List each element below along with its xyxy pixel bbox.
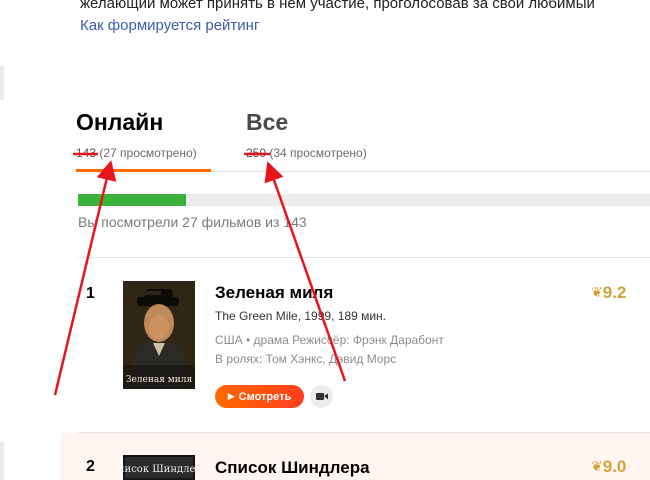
poster-image: Зеленая миля xyxy=(123,281,195,389)
trailer-button[interactable] xyxy=(310,385,333,408)
watch-progress-fill xyxy=(78,194,186,206)
tab-all-watched: (34 просмотрено) xyxy=(269,146,367,160)
tab-all-total: 250 xyxy=(246,146,267,160)
list-divider xyxy=(78,257,650,258)
laurel-wreath-icon: ❦ xyxy=(591,458,603,474)
video-camera-icon xyxy=(315,393,328,400)
play-icon: ▶ xyxy=(227,391,235,401)
movie-cast: В ролях: Том Хэнкс, Дэвид Морс xyxy=(215,352,397,366)
laurel-wreath-icon: ❦ xyxy=(591,284,603,300)
side-panel-edge xyxy=(0,442,4,480)
intro-text: желающий может принять в нем участие, пр… xyxy=(80,0,595,12)
tab-all[interactable]: Все 250 (34 просмотрено) xyxy=(246,109,367,161)
movie-rating-value: 9.2 xyxy=(602,283,627,302)
poster-caption: Список Шиндлера xyxy=(123,464,195,475)
watch-progress-bar xyxy=(78,194,650,206)
rating-info-link[interactable]: Как формируется рейтинг xyxy=(80,17,259,34)
watch-button[interactable]: ▶ Смотреть xyxy=(215,385,304,408)
movie-rank: 2 xyxy=(86,458,95,475)
poster-image: Список Шиндлера xyxy=(123,455,195,480)
movie-original-title: The Green Mile, 1999, 189 мин. xyxy=(215,309,386,323)
active-tab-indicator xyxy=(76,169,211,172)
watch-progress-text: Вы посмотрели 27 фильмов из 143 xyxy=(78,214,307,230)
movie-poster[interactable]: Список Шиндлера xyxy=(123,455,195,480)
movie-rating-value: 9.0 xyxy=(602,457,627,476)
watch-button-label: Смотреть xyxy=(238,390,292,403)
tab-all-label: Все xyxy=(246,109,289,135)
tab-online-label: Онлайн xyxy=(76,109,164,135)
list-divider xyxy=(78,432,650,433)
movie-title[interactable]: Зеленая миля xyxy=(215,283,333,303)
annotation-overlay xyxy=(53,152,347,396)
movie-meta: США • драма Режиссёр: Фрэнк Дарабонт xyxy=(215,333,444,347)
side-panel-edge xyxy=(0,66,4,100)
movie-rating: ❦9.2 xyxy=(591,283,626,303)
movie-poster[interactable]: Зеленая миля xyxy=(123,281,195,389)
movie-rank: 1 xyxy=(86,285,95,302)
tab-online-watched: (27 просмотрено) xyxy=(99,146,197,160)
movie-rating: ❦9.0 xyxy=(591,457,626,477)
movie-title[interactable]: Список Шиндлера xyxy=(215,458,370,478)
tab-online[interactable]: Онлайн 143 (27 просмотрено) xyxy=(76,109,197,161)
tab-online-total: 143 xyxy=(76,146,97,160)
tab-all-count: 250 (34 просмотрено) xyxy=(246,146,367,160)
poster-caption: Зеленая миля xyxy=(126,375,193,385)
tab-online-count: 143 (27 просмотрено) xyxy=(76,146,197,160)
